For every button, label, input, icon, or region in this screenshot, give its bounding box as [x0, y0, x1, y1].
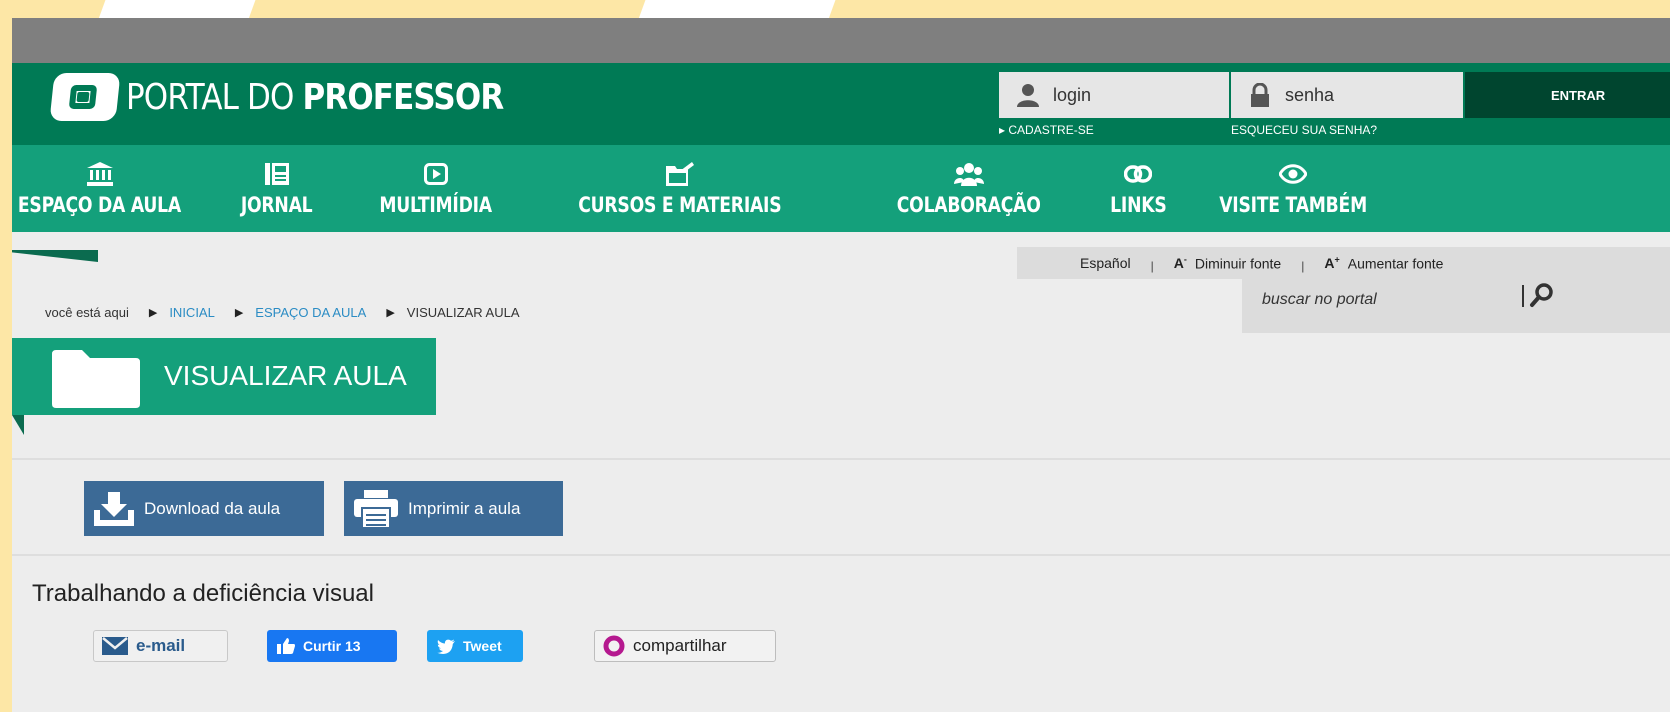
like-label: Curtir 13	[303, 638, 361, 654]
nav-label: ESPAÇO DA AULA	[17, 192, 182, 217]
newspaper-icon	[265, 161, 289, 187]
page-title-banner: VISUALIZAR AULA	[12, 338, 436, 415]
nav-item-cursos-e-materiais[interactable]: CURSOS E MATERIAIS	[505, 145, 855, 232]
breadcrumb-current: VISUALIZAR AULA	[406, 305, 520, 320]
folder-icon	[52, 350, 140, 408]
enter-button[interactable]: ENTRAR	[1465, 72, 1670, 118]
nav-fold-left	[12, 250, 98, 262]
breadcrumb-link-inicial[interactable]: INICIAL	[169, 305, 215, 320]
increase-font-label: Aumentar fonte	[1347, 255, 1444, 272]
share-button[interactable]: compartilhar	[594, 630, 776, 662]
separator: |	[1301, 259, 1305, 273]
password-input[interactable]	[1285, 84, 1435, 106]
nav-item-links[interactable]: LINKS	[1083, 145, 1193, 232]
logo-text: PORTAL DO PROFESSOR	[126, 76, 505, 118]
print-label: Imprimir a aula	[408, 498, 521, 518]
user-icon	[1017, 83, 1039, 107]
divider	[12, 458, 1670, 460]
print-lesson-button[interactable]: Imprimir a aula	[344, 481, 563, 536]
nav-item-jornal[interactable]: JORNAL	[187, 145, 367, 232]
nav-label: LINKS	[1109, 192, 1167, 217]
logo-prefix: PORTAL DO	[126, 76, 294, 118]
email-share-button[interactable]: e-mail	[93, 630, 228, 662]
share-label: compartilhar	[633, 636, 727, 655]
separator: |	[1150, 259, 1154, 273]
page-title: VISUALIZAR AULA	[164, 360, 407, 391]
envelope-icon	[102, 637, 128, 655]
search-input[interactable]	[1256, 291, 1516, 309]
nav-item-espaco-da-aula[interactable]: ESPAÇO DA AULA	[12, 145, 187, 232]
breadcrumb-arrow-icon: ▶	[386, 307, 395, 319]
increase-font-button[interactable]: A+ Aumentar fonte	[1324, 255, 1443, 272]
nav-item-colaboracao[interactable]: COLABORAÇÃO	[855, 145, 1083, 232]
breadcrumb-prefix: você está aqui	[45, 305, 129, 320]
lesson-title: Trabalhando a deficiência visual	[32, 580, 374, 607]
login-input[interactable]	[1053, 84, 1203, 106]
banner-fold	[12, 415, 24, 435]
building-icon	[86, 161, 113, 187]
nav-label: COLABORAÇÃO	[897, 192, 1041, 217]
increase-font-icon: A+	[1324, 254, 1340, 272]
facebook-like-button[interactable]: Curtir 13	[267, 630, 397, 662]
portal-logo[interactable]: PORTAL DO PROFESSOR	[49, 73, 565, 121]
users-icon	[954, 161, 984, 187]
nav-label: CURSOS E MATERIAIS	[578, 192, 782, 217]
eye-icon	[1279, 161, 1307, 187]
divider	[12, 554, 1670, 556]
top-grey-bar	[12, 18, 1670, 63]
share-ring-icon	[603, 635, 625, 657]
tweet-label: Tweet	[463, 638, 502, 654]
download-label: Download da aula	[144, 498, 281, 518]
nav-label: JORNAL	[241, 192, 313, 217]
auth-panel: ENTRAR ▸ CADASTRE-SE ESQUECEU SUA SENHA?	[999, 63, 1670, 145]
language-link[interactable]: Español	[1080, 255, 1131, 271]
nav-label: VISITE TAMBÉM	[1219, 192, 1367, 217]
search-icon[interactable]	[1528, 281, 1556, 309]
search-box	[1256, 285, 1556, 315]
breadcrumb-link-espaco-da-aula[interactable]: ESPAÇO DA AULA	[255, 305, 366, 320]
password-field[interactable]	[1231, 72, 1463, 118]
accessibility-tools: Español | A- Diminuir fonte | A+ Aumentar …	[1017, 247, 1670, 279]
logo-strong: PROFESSOR	[302, 76, 505, 118]
nav-item-visite-tambem[interactable]: VISITE TAMBÉM	[1193, 145, 1393, 232]
download-lesson-button[interactable]: Download da aula	[84, 481, 324, 536]
nav-label: MULTIMÍDIA	[379, 192, 493, 217]
decrease-font-button[interactable]: A- Diminuir fonte	[1174, 255, 1282, 272]
login-field[interactable]	[999, 72, 1229, 118]
search-panel	[1242, 279, 1670, 333]
thumbs-up-icon	[277, 638, 295, 654]
lock-icon	[1249, 82, 1271, 107]
logo-icon	[49, 73, 121, 121]
folder-open-icon	[666, 161, 694, 187]
register-link[interactable]: ▸ CADASTRE-SE	[999, 123, 1094, 137]
printer-icon	[354, 489, 398, 528]
tweet-button[interactable]: Tweet	[427, 630, 523, 662]
decrease-font-icon: A-	[1173, 254, 1187, 272]
breadcrumb-arrow-icon: ▶	[148, 307, 158, 319]
search-divider	[1522, 285, 1524, 307]
play-icon	[424, 161, 448, 187]
decrease-font-label: Diminuir fonte	[1194, 255, 1282, 272]
site-header: PORTAL DO PROFESSOR ENTRAR ▸ CADASTRE-SE…	[12, 63, 1670, 145]
breadcrumb: você está aqui ▶ INICIAL ▶ ESPAÇO DA AUL…	[45, 305, 520, 320]
nav-item-multimidia[interactable]: MULTIMÍDIA	[367, 145, 505, 232]
browser-viewport: PORTAL DO PROFESSOR ENTRAR ▸ CADASTRE-SE…	[12, 18, 1670, 712]
twitter-bird-icon	[437, 639, 455, 654]
download-icon	[94, 491, 134, 526]
forgot-password-link[interactable]: ESQUECEU SUA SENHA?	[1231, 123, 1377, 137]
main-nav: ESPAÇO DA AULA JORNAL MULTIMÍDIA CURSOS …	[12, 145, 1670, 232]
link-icon	[1124, 161, 1152, 187]
email-label: e-mail	[136, 636, 186, 655]
breadcrumb-arrow-icon: ▶	[234, 307, 244, 319]
